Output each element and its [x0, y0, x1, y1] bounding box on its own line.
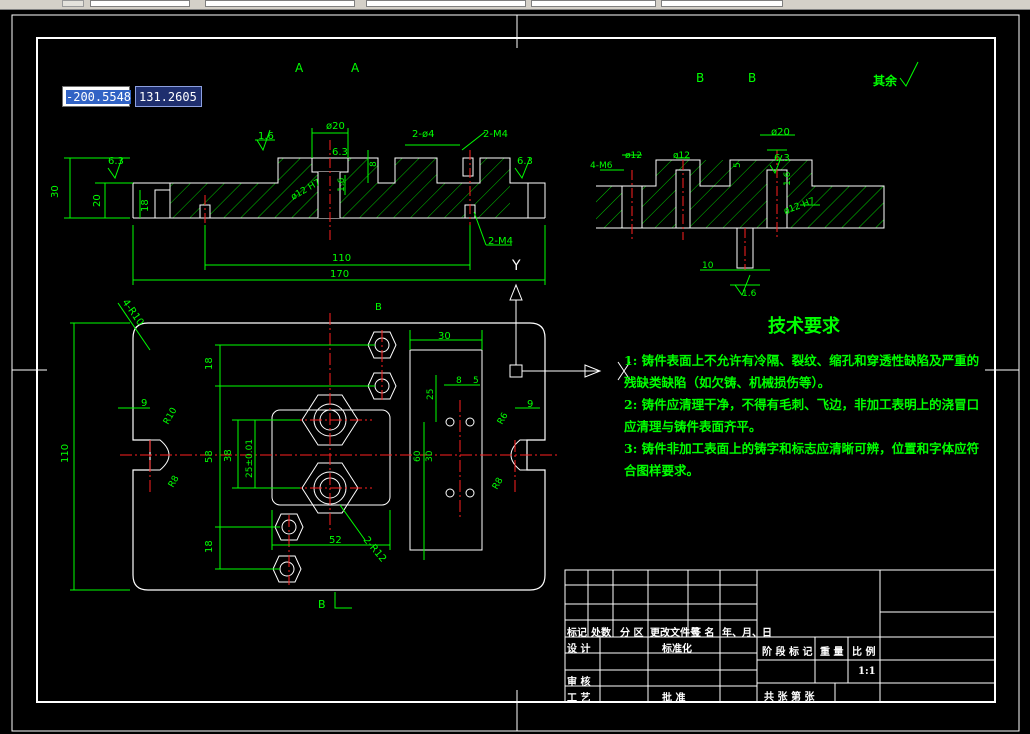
toolbar-grid-button[interactable] — [62, 0, 84, 7]
side-section-view: 4-M6 ø12 ø12 ø20 6.3 5 1.6 ø12 H7 10 1.6… — [590, 61, 919, 299]
dynamic-input-y[interactable]: 131.2605 — [135, 86, 202, 107]
section-arrow-b-top: B — [375, 302, 382, 313]
tb-scale: 比 例 — [852, 647, 876, 658]
roughness-note: 其余 — [873, 73, 898, 88]
toolbar-lineweight-dropdown[interactable] — [531, 0, 656, 7]
dim-right-r63: 6.3 — [774, 153, 790, 164]
dim-h60: 60 — [413, 450, 423, 462]
toolbar-style-dropdown[interactable] — [205, 0, 355, 7]
dim-r63-right: 6.3 — [517, 156, 533, 167]
dim-r16: 1.6 — [258, 131, 274, 142]
dynamic-input-x[interactable]: -200.5548 — [62, 86, 132, 107]
dim-w8: 8 — [456, 376, 462, 386]
dim-r6: R6 — [496, 411, 511, 427]
dim-right-r16b: 1.6 — [742, 289, 757, 299]
dim-h18: 18 — [140, 199, 151, 212]
ucs-y-label: Y — [511, 258, 521, 274]
dim-h58: 58 — [204, 450, 215, 463]
dim-w9-right: 9 — [527, 399, 533, 410]
tech-item-1: 1: 铸件表面上不允许有冷隔、裂纹、缩孔和穿透性缺陷及严重的残缺类缺陷（如欠铸、… — [624, 353, 980, 390]
dim-r12: 2-R12 — [361, 535, 388, 565]
dim-h18-bottom: 18 — [204, 540, 215, 553]
dim-h30-right: 30 — [425, 450, 435, 462]
dim-right-d20: ø20 — [771, 127, 790, 138]
toolbar-color-dropdown[interactable] — [661, 0, 783, 7]
crosshair-cursor — [509, 283, 631, 381]
tech-item-2: 2: 铸件应清理干净，不得有毛刺、飞边，非加工表明上的浇冒口应清理与铸件表面齐平… — [624, 397, 980, 434]
tb-date: 年、月、日 — [722, 628, 772, 639]
dim-w30-pad: 30 — [438, 331, 451, 342]
tech-requirements-title: 技术要求 — [768, 316, 840, 337]
dim-holes-4: 2-ø4 — [412, 129, 434, 140]
tb-weight: 重 量 — [820, 647, 844, 658]
dim-r8-right: R8 — [491, 476, 506, 492]
dim-w9-left: 9 — [141, 398, 147, 409]
dim-h18-top: 18 — [204, 357, 215, 370]
dim-w170: 170 — [330, 269, 349, 280]
tb-process: 工 艺 — [567, 693, 591, 704]
dim-w52: 52 — [329, 535, 342, 546]
dim-h8: 8 — [369, 161, 379, 167]
roughness-symbol — [899, 61, 919, 87]
dim-r63-left: 6.3 — [108, 156, 124, 167]
section-label-a2: A — [351, 61, 360, 75]
dim-r16b: 1.6 — [337, 177, 347, 192]
dim-d12-left: ø12 — [625, 151, 642, 161]
dim-h30: 30 — [50, 185, 61, 198]
dim-d12-mid: ø12 — [673, 151, 690, 161]
dim-r63-center: 6.3 — [332, 147, 348, 158]
tb-review: 审 核 — [567, 677, 591, 688]
dim-m6: 4-M6 — [590, 161, 613, 171]
section-label-b2: B — [748, 71, 756, 85]
section-label-b1: B — [696, 71, 704, 85]
tb-ratio: 1:1 — [858, 666, 876, 677]
cad-toolbar — [0, 0, 1030, 10]
section-label-b-bottom: B — [318, 598, 326, 611]
tb-stage: 阶 段 标 记 — [762, 647, 813, 658]
tb-count: 处数 — [591, 628, 611, 639]
toolbar-layer-dropdown[interactable] — [90, 0, 190, 7]
tb-design: 设 计 — [567, 644, 591, 655]
dim-r8-left: R8 — [167, 474, 182, 490]
dim-right-r16: 1.6 — [783, 171, 793, 186]
tb-sheets: 共 张 第 张 — [764, 692, 815, 703]
dim-m4-bottom: 2-M4 — [488, 236, 513, 247]
toolbar-linetype-dropdown[interactable] — [366, 0, 526, 7]
dim-h38: 38 — [223, 449, 234, 462]
dim-w110: 110 — [332, 253, 351, 264]
plan-view: 110 18 58 38 25±0.01 18 52 2-R12 4-R10 9… — [60, 258, 560, 611]
dim-d20: ø20 — [326, 121, 345, 132]
section-label-a1: A — [295, 61, 304, 75]
tb-mark: 标记 — [567, 628, 587, 639]
tb-standard: 标准化 — [662, 644, 692, 655]
dim-w5: 5 — [473, 376, 479, 386]
dim-right-tol: 10 — [702, 261, 714, 271]
dim-m4-top: 2-M4 — [483, 129, 508, 140]
dim-h25-right: 25 — [426, 389, 436, 400]
tech-requirements-list: 1: 铸件表面上不允许有冷隔、裂纹、缩孔和穿透性缺陷及严重的残缺类缺陷（如欠铸、… — [624, 350, 989, 482]
dim-h25-tol: 25±0.01 — [245, 439, 255, 478]
tech-item-3: 3: 铸件非加工表面上的铸字和标志应清晰可辨，位置和字体应符合图样要求。 — [624, 441, 980, 478]
dim-h20: 20 — [92, 194, 103, 207]
dim-r10-slot: R10 — [162, 406, 180, 427]
tb-approve: 批 准 — [662, 693, 686, 704]
dim-right-h5: 5 — [733, 162, 743, 168]
tb-sign: 签 名 — [691, 628, 715, 639]
tb-zone: 分 区 — [620, 628, 644, 639]
dim-h110: 110 — [60, 444, 71, 463]
